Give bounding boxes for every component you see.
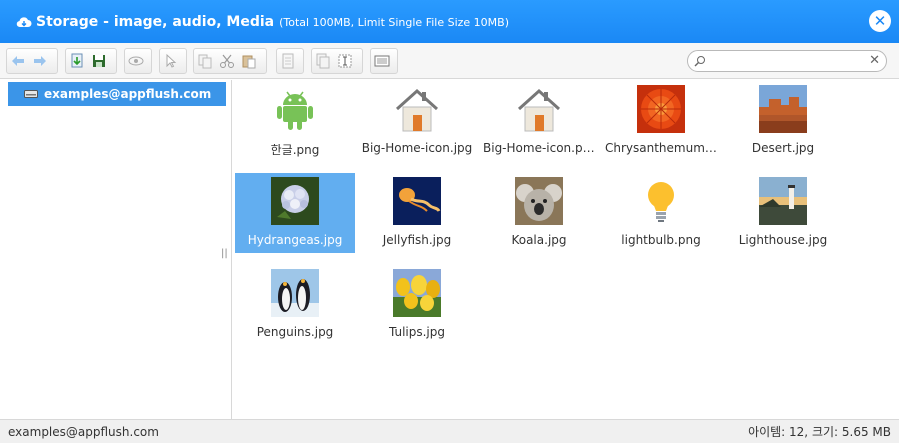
save-icon: [93, 55, 105, 67]
file-name: Koala.jpg: [511, 233, 567, 247]
clipboard-group: [193, 48, 267, 74]
toolbar: ✕: [0, 43, 899, 79]
download-button[interactable]: [66, 50, 88, 72]
close-button[interactable]: ✕: [869, 10, 891, 32]
window-title: Storage - image, audio, Media: [36, 13, 275, 30]
penguins-thumbnail: [271, 269, 319, 317]
lightbulb-icon: [648, 182, 674, 222]
view-icon: [128, 56, 144, 66]
copy-icon: [198, 54, 212, 69]
file-item[interactable]: 한글.png: [235, 81, 355, 161]
select-icon: [166, 53, 177, 68]
file-name: lightbulb.png: [621, 233, 701, 247]
status-account: examples@appflush.com: [8, 424, 159, 439]
drive-icon: [24, 90, 38, 98]
home-icon: [395, 88, 439, 132]
paste-icon: [242, 55, 256, 69]
nav-group: [6, 48, 58, 74]
cloud-icon: [16, 16, 32, 27]
file-name: Chrysanthemum.j...: [605, 141, 721, 155]
rename-icon: [338, 54, 352, 68]
sidebar: examples@appflush.com ||: [0, 80, 232, 419]
close-icon: ✕: [873, 12, 887, 30]
file-item[interactable]: Lighthouse.jpg: [723, 173, 843, 253]
file-ops-group: [65, 48, 117, 74]
file-button[interactable]: [277, 50, 299, 72]
koala-thumbnail: [515, 177, 563, 225]
select-button[interactable]: [160, 50, 182, 72]
forward-icon: [34, 56, 46, 66]
search-icon: [694, 56, 705, 67]
paste-button[interactable]: [238, 50, 260, 72]
jellyfish-thumbnail: [393, 177, 441, 225]
view-button[interactable]: [125, 50, 147, 72]
file-item[interactable]: Big-Home-icon.jpg: [357, 81, 477, 161]
file-name: Desert.jpg: [751, 141, 815, 155]
file-item[interactable]: Desert.jpg: [723, 81, 843, 161]
search-box: ✕: [687, 50, 887, 72]
home-icon: [517, 88, 561, 132]
clear-search-icon[interactable]: ✕: [869, 53, 880, 68]
file-item[interactable]: lightbulb.png: [601, 173, 721, 253]
android-icon: [277, 91, 313, 130]
forward-button[interactable]: [29, 50, 51, 72]
file-item[interactable]: Hydrangeas.jpg: [235, 173, 355, 253]
cut-icon: [220, 54, 234, 68]
layout-group: [370, 48, 398, 74]
tulips-thumbnail: [393, 269, 441, 317]
file-item[interactable]: Chrysanthemum.j...: [601, 81, 721, 161]
duplicate-button[interactable]: [312, 50, 334, 72]
file-name: Big-Home-icon.jpg: [361, 141, 473, 155]
splitter-handle[interactable]: ||: [221, 248, 228, 259]
file-name: Penguins.jpg: [256, 325, 334, 339]
desert-thumbnail: [759, 85, 807, 133]
sidebar-item-examples[interactable]: examples@appflush.com: [8, 82, 226, 106]
file-name: Jellyfish.jpg: [382, 233, 452, 247]
duplicate-icon: [316, 53, 330, 69]
file-name: Big-Home-icon.png: [483, 141, 598, 155]
file-name: 한글.png: [270, 143, 320, 157]
hydrangeas-thumbnail: [271, 177, 319, 225]
file-name: Tulips.jpg: [388, 325, 446, 339]
rename-button[interactable]: [334, 50, 356, 72]
file-icon: [282, 53, 294, 69]
back-icon: [12, 56, 24, 66]
file-item[interactable]: Koala.jpg: [479, 173, 599, 253]
cut-button[interactable]: [216, 50, 238, 72]
title-bar: Storage - image, audio, Media (Total 100…: [0, 0, 899, 43]
window-subtitle: (Total 100MB, Limit Single File Size 10M…: [279, 16, 509, 29]
download-icon: [71, 53, 83, 68]
list-view-icon: [374, 55, 390, 67]
file-item[interactable]: Big-Home-icon.png: [479, 81, 599, 161]
search-input[interactable]: [708, 52, 868, 70]
view-group: [124, 48, 152, 74]
save-button[interactable]: [88, 50, 110, 72]
file-group: [276, 48, 304, 74]
copy-button[interactable]: [194, 50, 216, 72]
back-button[interactable]: [7, 50, 29, 72]
list-view-button[interactable]: [371, 50, 393, 72]
file-name: Lighthouse.jpg: [738, 233, 828, 247]
file-grid: 한글.png Big-Home-icon.jpg Big-Home-icon.p…: [233, 80, 899, 419]
file-item[interactable]: Jellyfish.jpg: [357, 173, 477, 253]
chrysanthemum-thumbnail: [637, 85, 685, 133]
sidebar-item-label: examples@appflush.com: [44, 87, 212, 101]
status-bar: examples@appflush.com 아이템: 12, 크기: 5.65 …: [0, 419, 899, 443]
file-name: Hydrangeas.jpg: [247, 233, 343, 247]
file-item[interactable]: Penguins.jpg: [235, 265, 355, 345]
file-item[interactable]: Tulips.jpg: [357, 265, 477, 345]
edit-group: [311, 48, 363, 74]
lighthouse-thumbnail: [759, 177, 807, 225]
status-summary: 아이템: 12, 크기: 5.65 MB: [748, 425, 891, 439]
select-group: [159, 48, 187, 74]
